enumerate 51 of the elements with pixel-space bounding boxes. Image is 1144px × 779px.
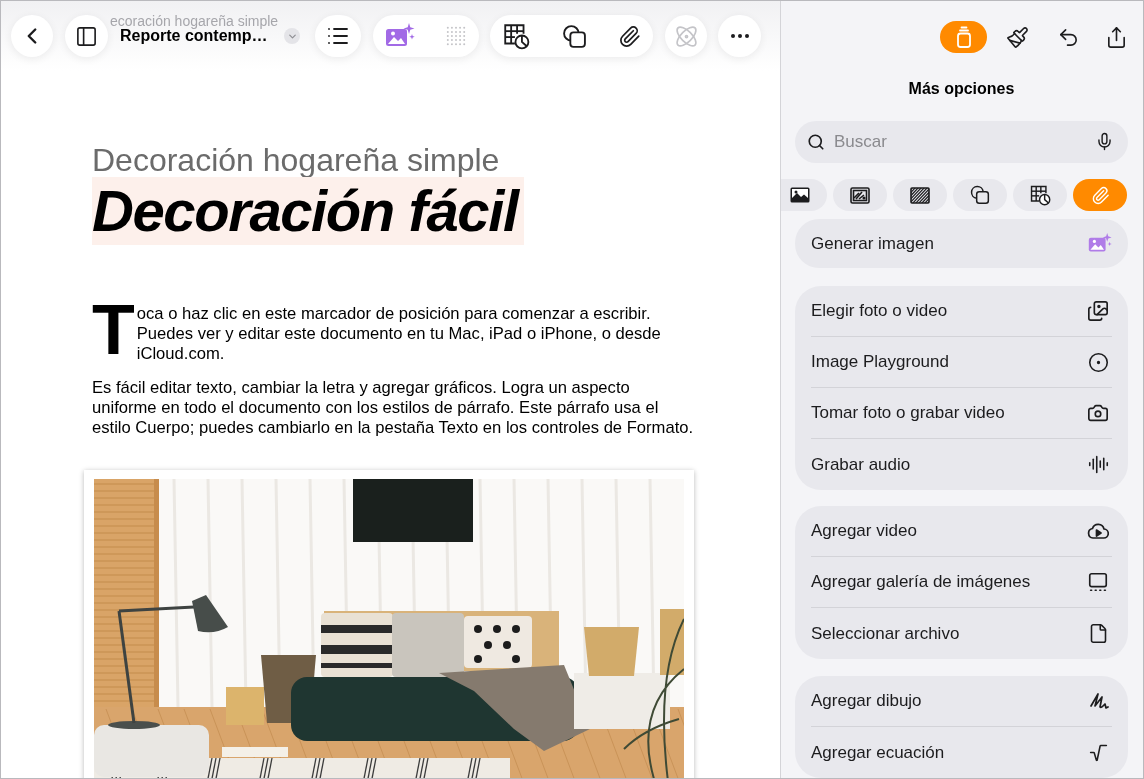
category-tab[interactable] [953, 179, 1007, 211]
photos-icon [1087, 300, 1109, 322]
search-field[interactable]: Buscar [795, 121, 1128, 163]
menu-item[interactable]: Agregar galería de imágenes [811, 557, 1112, 608]
category-tab[interactable] [781, 179, 827, 211]
sidebar-button[interactable] [65, 15, 108, 57]
image-sparkle-icon [385, 23, 415, 49]
image-sparkle-icon [1088, 233, 1112, 254]
file-icon [1088, 623, 1109, 644]
dot-grid-icon [446, 26, 466, 46]
circle-dot-icon [1088, 351, 1109, 373]
photo-icon [790, 187, 810, 203]
sidebar-icon [75, 24, 98, 48]
shapes-icon [970, 185, 990, 205]
shapes-icon [561, 23, 587, 49]
generate-image-item[interactable]: Generar imagen [795, 219, 1128, 268]
menu-item[interactable]: Agregar video [811, 506, 1112, 557]
square-root-icon [1088, 742, 1109, 763]
gallery-icon [1087, 571, 1109, 593]
menu-item[interactable]: Agregar dibujo [811, 676, 1112, 727]
audio-wave-icon [1088, 454, 1109, 475]
hatched-rectangle-icon [910, 186, 930, 204]
category-tab[interactable] [893, 179, 947, 211]
search-icon [807, 133, 825, 151]
category-tab[interactable] [833, 179, 887, 211]
scribble-icon [1089, 691, 1109, 711]
microphone-icon[interactable] [1095, 132, 1114, 151]
menu-item[interactable]: Tomar foto o grabar video [811, 388, 1112, 439]
paperclip-icon [617, 24, 641, 48]
menu-item[interactable]: Image Playground [811, 337, 1112, 388]
paperclip-icon [1090, 185, 1110, 205]
paintbrush-icon [1005, 25, 1029, 49]
panel-title: Más opciones [907, 79, 1016, 99]
more-icon [730, 34, 749, 38]
document-subtitle: Decoración hogareña simple [92, 144, 500, 177]
menu-item[interactable]: Elegir foto o video [811, 286, 1112, 337]
framed-picture-icon [850, 186, 870, 204]
menu-item[interactable]: Seleccionar archivo [811, 608, 1112, 659]
page-header-text: ecoración hogareña simple [110, 14, 279, 28]
body-paragraph: Es fácil editar texto, cambiar la letra y agregar gráficos. Logra un aspecto uniforme en todo el documento con los estilos de párrafo. Este párrafo usa el estilo Cuerpo; puedes cambiarlo en la pestaña Texto en los controles de Formato. [92, 378, 695, 438]
camera-icon [1087, 402, 1109, 424]
atom-icon [673, 23, 699, 49]
back-button[interactable] [11, 15, 53, 57]
list-button[interactable] [315, 15, 361, 57]
table-chart-icon [502, 22, 530, 50]
table-chart-icon [1029, 184, 1051, 206]
menu-item[interactable]: Agregar ecuación [811, 727, 1112, 778]
menu-item[interactable]: Grabar audio [811, 439, 1112, 490]
category-tab[interactable] [1013, 179, 1067, 211]
document-title-heading: Decoración fácil [92, 177, 524, 245]
cloud-play-icon [1087, 522, 1109, 540]
